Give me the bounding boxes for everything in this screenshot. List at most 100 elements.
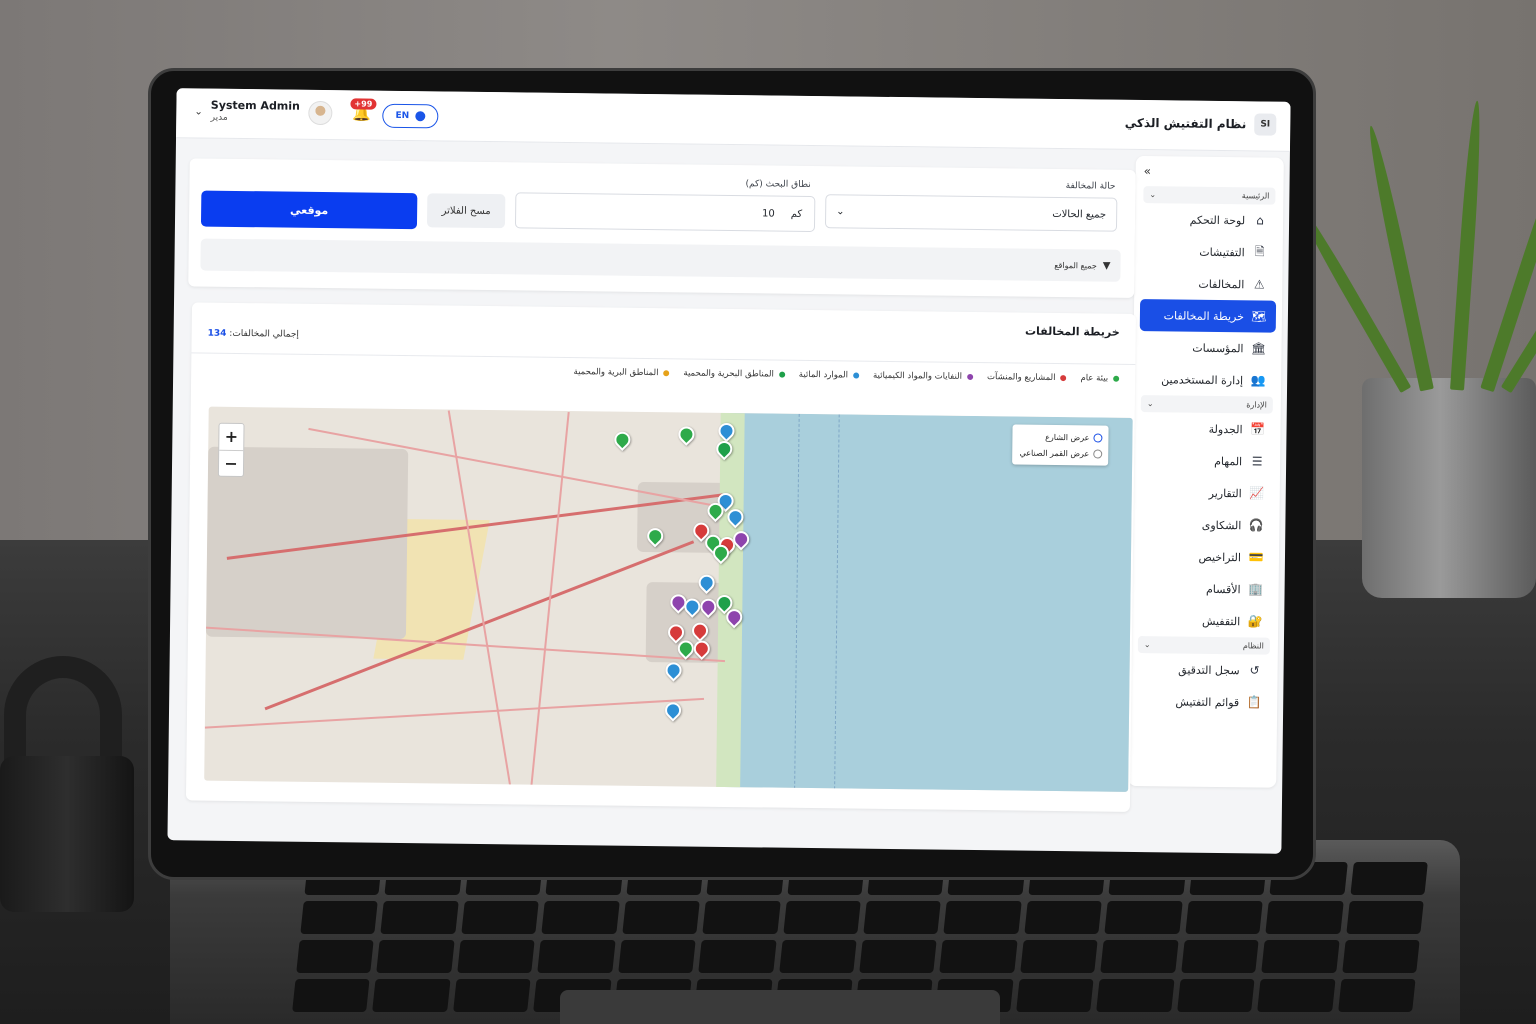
sidebar-item-checklists[interactable]: 📋 قوائم التفتيش [1129, 685, 1277, 719]
layer-satellite[interactable]: عرض القمر الصناعي [1018, 445, 1103, 462]
legend-dot [1113, 375, 1120, 382]
keyboard-key [452, 979, 531, 1012]
sidebar-item-users[interactable]: 👥 إدارة المستخدمين [1133, 363, 1281, 397]
keyboard-key [372, 979, 451, 1012]
padlock-body [0, 756, 134, 912]
sidebar-item-dashboard[interactable]: ⌂ لوحة التحكم [1135, 203, 1283, 237]
keyboard-key [1100, 940, 1179, 973]
user-name: System Admin [210, 98, 301, 113]
sidebar-item-label: قوائم التفتيش [1175, 694, 1240, 709]
sidebar-item-organizations[interactable]: 🏛 المؤسسات [1133, 331, 1281, 365]
legend-dot [663, 370, 670, 377]
radio-selected[interactable] [1093, 432, 1103, 443]
clipboard-icon: 📋 [1246, 695, 1262, 710]
sidebar-item-audit-log[interactable]: ↺ سجل التدقيق [1129, 653, 1277, 687]
legend-label: النفايات والمواد الكيميائية [872, 370, 963, 382]
user-info: System Admin مدير [211, 99, 300, 126]
legend-item: المناطق البحرية والمحمية [683, 368, 785, 380]
layer-street[interactable]: عرض الشارع [1018, 429, 1103, 446]
total-violations: إجمالي المخالفات: 134 [208, 329, 299, 340]
sidebar-item-label: التقفيش [1201, 614, 1241, 628]
keyboard-key [1337, 979, 1416, 1012]
brand-badge: SI [1254, 113, 1277, 136]
zoom-in-button[interactable]: + [219, 423, 244, 451]
sidebar-item-label: الجدولة [1208, 422, 1243, 436]
avatar[interactable] [307, 100, 332, 126]
keyboard-key [300, 901, 379, 934]
legend-dot [966, 373, 974, 380]
keyboard-key [863, 901, 942, 934]
map-card: خريطة المخالفات إجمالي المخالفات: 134 بي… [185, 302, 1136, 812]
globe-icon [415, 111, 426, 122]
sidebar-item-inspections[interactable]: 🗎 التفتيشات [1135, 235, 1283, 269]
keyboard-key [380, 901, 459, 934]
language-button[interactable]: EN [382, 103, 439, 129]
brand[interactable]: SI نظام التفتيش الذكي [1125, 112, 1277, 136]
clear-filters-button[interactable]: مسح الفلاتر [426, 193, 506, 229]
status-label: حالة المخالفة [1065, 181, 1116, 192]
app-title: نظام التفتيش الذكي [1124, 115, 1247, 132]
section-title: الرئيسية [1241, 191, 1270, 201]
user-menu[interactable]: ⌄ System Admin مدير [194, 98, 332, 126]
violation-marker[interactable] [661, 699, 685, 722]
calendar-icon: 📅 [1249, 422, 1266, 437]
violation-marker[interactable] [675, 423, 698, 446]
legend-item: المشاريع والمنشآت [987, 372, 1067, 383]
sidebar: » الرئيسية ⌄ ⌂ لوحة التحكم 🗎 التفتيشات ⚠ ال… [1128, 155, 1284, 788]
chevron-down-icon: ⌄ [1143, 640, 1151, 650]
sidebar-item-schedule[interactable]: 📅 الجدولة [1132, 412, 1280, 446]
sidebar-item-violations[interactable]: ⚠ المخالفات [1134, 267, 1282, 301]
sidebar-item-label: إدارة المستخدمين [1161, 372, 1244, 387]
my-location-button[interactable]: موقعي [200, 190, 418, 230]
laptop-trackpad [560, 990, 1000, 1024]
collapse-sidebar-icon[interactable]: » [1144, 164, 1152, 178]
id-card-icon: 💳 [1248, 550, 1264, 565]
radio[interactable] [1093, 448, 1103, 459]
chevron-down-icon: ⌄ [194, 105, 203, 118]
legend-dot [1060, 375, 1067, 382]
legend-label: بيئة عام [1080, 373, 1109, 384]
file-search-icon: 🗎 [1254, 243, 1265, 259]
violations-map[interactable]: + − عرض الشارع عرض القمر الصناعي [204, 406, 1133, 792]
zoom-out-button[interactable]: − [219, 450, 243, 476]
sidebar-item-licenses[interactable]: 💳 التراخيص [1131, 540, 1279, 574]
sidebar-item-label: لوحة التحكم [1189, 213, 1246, 227]
range-unit: كم [790, 208, 803, 220]
headset-icon: 🎧 [1248, 518, 1264, 533]
violation-marker[interactable] [611, 428, 634, 452]
sidebar-item-tasks[interactable]: ☰ المهام [1132, 444, 1280, 478]
filters-card: حالة المخالفة جميع الحالات ⌄ نطاق البحث … [188, 158, 1136, 298]
sidebar-section-admin[interactable]: الإدارة ⌄ [1140, 395, 1273, 414]
legend-dot [778, 371, 785, 378]
sidebar-item-label: الأقسام [1205, 582, 1241, 596]
keyboard-key [1176, 979, 1255, 1012]
sidebar-item-complaints[interactable]: 🎧 الشكاوى [1131, 508, 1279, 542]
keyboard-key [1185, 901, 1263, 934]
keyboard-key [859, 940, 938, 973]
sidebar-section-main[interactable]: الرئيسية ⌄ [1143, 186, 1276, 205]
sidebar-item-reports[interactable]: 📈 التقارير [1132, 476, 1280, 510]
keyboard-key [1257, 979, 1336, 1012]
all-sites-filter[interactable]: جميع المواقع ▼ [200, 238, 1121, 282]
section-title: النظام [1242, 641, 1264, 651]
keyboard-key [537, 940, 616, 973]
status-select[interactable]: جميع الحالات ⌄ [824, 194, 1118, 232]
sidebar-item-violations-map[interactable]: 🗺 خريطة المخالفات [1139, 299, 1277, 333]
users-icon: 👥 [1250, 373, 1266, 388]
range-label: نطاق البحث (كم) [745, 179, 811, 190]
layer-label: عرض القمر الصناعي [1019, 448, 1090, 458]
divider [191, 352, 1136, 365]
keyboard-key [461, 901, 540, 934]
institution-icon: 🏛 [1250, 341, 1267, 356]
keyboard-key [376, 940, 455, 973]
sidebar-section-system[interactable]: النظام ⌄ [1137, 636, 1271, 655]
range-input[interactable]: كم 10 [514, 192, 816, 233]
legend-item: المناطق البرية والمحمية [573, 367, 670, 379]
sidebar-item-label: المؤسسات [1192, 341, 1244, 355]
total-label: إجمالي المخالفات: [229, 328, 300, 340]
map-legend: بيئة عام المشاريع والمنشآت النفايات والموا… [499, 366, 1120, 384]
sidebar-item-audit-check[interactable]: 🔐 التقفيش [1130, 604, 1278, 638]
sidebar-item-departments[interactable]: 🏢 الأقسام [1130, 572, 1278, 606]
all-sites-label: جميع المواقع [1054, 260, 1097, 270]
legend-label: المناطق البرية والمحمية [573, 367, 659, 379]
